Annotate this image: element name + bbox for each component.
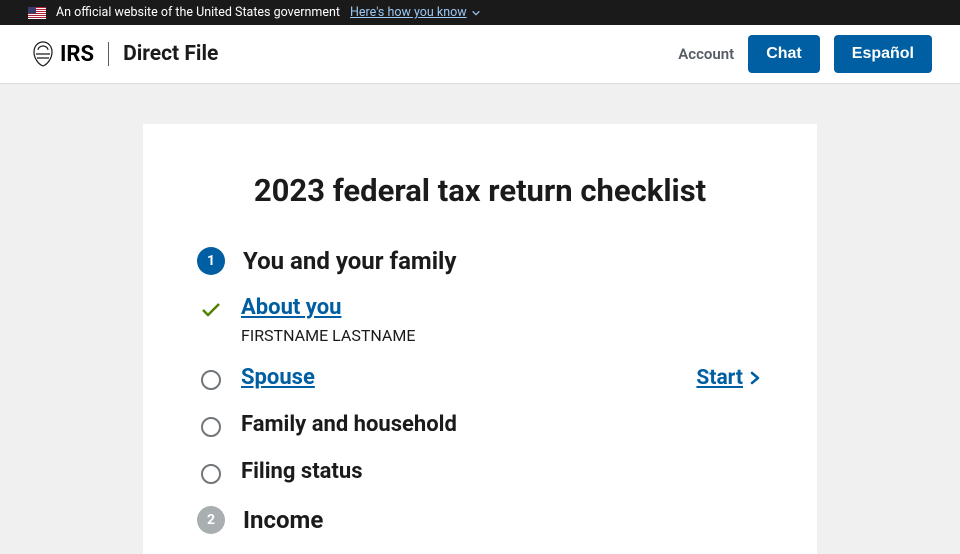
- section-header-2: 2 Income: [197, 506, 763, 534]
- circle-icon: [199, 462, 223, 486]
- checklist-item-about-you: About you FIRSTNAME LASTNAME: [197, 295, 763, 345]
- logo-group: IRS Direct File: [28, 40, 218, 68]
- circle-icon: [199, 415, 223, 439]
- checklist-item-spouse: Spouse Start: [197, 365, 763, 392]
- circle-icon: [199, 368, 223, 392]
- gov-banner-disclosure-link[interactable]: Here's how you know: [350, 5, 481, 20]
- section-number-badge: 2: [197, 506, 225, 534]
- about-you-name: FIRSTNAME LASTNAME: [241, 326, 415, 345]
- main-content: 2023 federal tax return checklist 1 You …: [0, 84, 960, 554]
- language-button[interactable]: Español: [834, 35, 932, 73]
- filing-status-label: Filing status: [241, 459, 363, 484]
- spouse-link[interactable]: Spouse: [241, 365, 315, 390]
- check-icon: [199, 298, 223, 322]
- spouse-start-link[interactable]: Start: [696, 366, 763, 390]
- checklist-card: 2023 federal tax return checklist 1 You …: [143, 124, 817, 554]
- section-title: You and your family: [243, 247, 456, 275]
- us-flag-icon: [28, 7, 46, 19]
- page-title: 2023 federal tax return checklist: [197, 172, 763, 209]
- header-actions: Account Chat Español: [678, 35, 932, 73]
- chevron-down-icon: [471, 8, 481, 18]
- family-household-label: Family and household: [241, 412, 457, 437]
- irs-logo-text: IRS: [60, 42, 94, 67]
- irs-logo[interactable]: IRS: [28, 40, 94, 68]
- product-name: Direct File: [123, 42, 218, 66]
- checklist-item-filing-status: Filing status: [197, 459, 763, 486]
- section-title: Income: [243, 506, 323, 534]
- account-link[interactable]: Account: [678, 45, 734, 63]
- logo-divider: [108, 42, 109, 66]
- gov-banner-text: An official website of the United States…: [56, 5, 340, 20]
- start-link-text: Start: [696, 366, 743, 390]
- eagle-icon: [28, 40, 58, 68]
- checklist-item-family: Family and household: [197, 412, 763, 439]
- about-you-link[interactable]: About you: [241, 295, 415, 320]
- site-header: IRS Direct File Account Chat Español: [0, 25, 960, 84]
- chat-button[interactable]: Chat: [748, 35, 820, 73]
- gov-banner: An official website of the United States…: [0, 0, 960, 25]
- section-number-badge: 1: [197, 247, 225, 275]
- gov-banner-link-text: Here's how you know: [350, 5, 467, 20]
- chevron-right-icon: [747, 370, 763, 386]
- section-header-1: 1 You and your family: [197, 247, 763, 275]
